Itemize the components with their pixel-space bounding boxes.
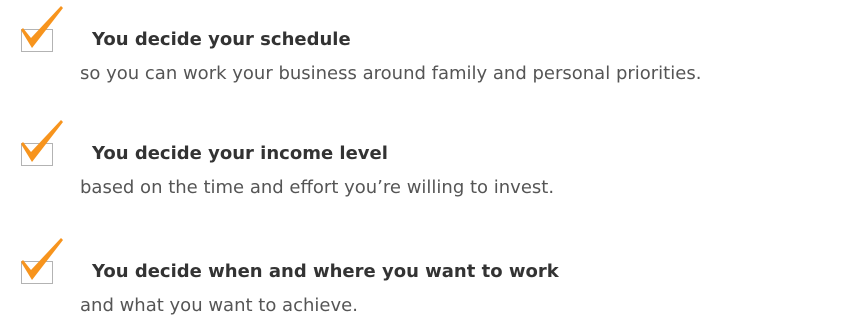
item-description: so you can work your business around fam… <box>80 63 702 84</box>
checkmark-icon <box>21 120 63 162</box>
list-item: You decide when and where you want to wo… <box>0 232 856 325</box>
item-title: You decide your schedule <box>92 29 351 50</box>
item-title: You decide your income level <box>92 143 388 164</box>
list-item: You decide your schedule so you can work… <box>0 0 856 100</box>
item-title: You decide when and where you want to wo… <box>92 261 559 282</box>
item-description: based on the time and effort you’re will… <box>80 177 555 198</box>
benefits-list: You decide your schedule so you can work… <box>0 0 856 325</box>
item-description: and what you want to achieve. <box>80 295 358 316</box>
list-item: You decide your income level based on th… <box>0 114 856 214</box>
checkmark-icon <box>21 6 63 48</box>
checkmark-icon <box>21 238 63 280</box>
